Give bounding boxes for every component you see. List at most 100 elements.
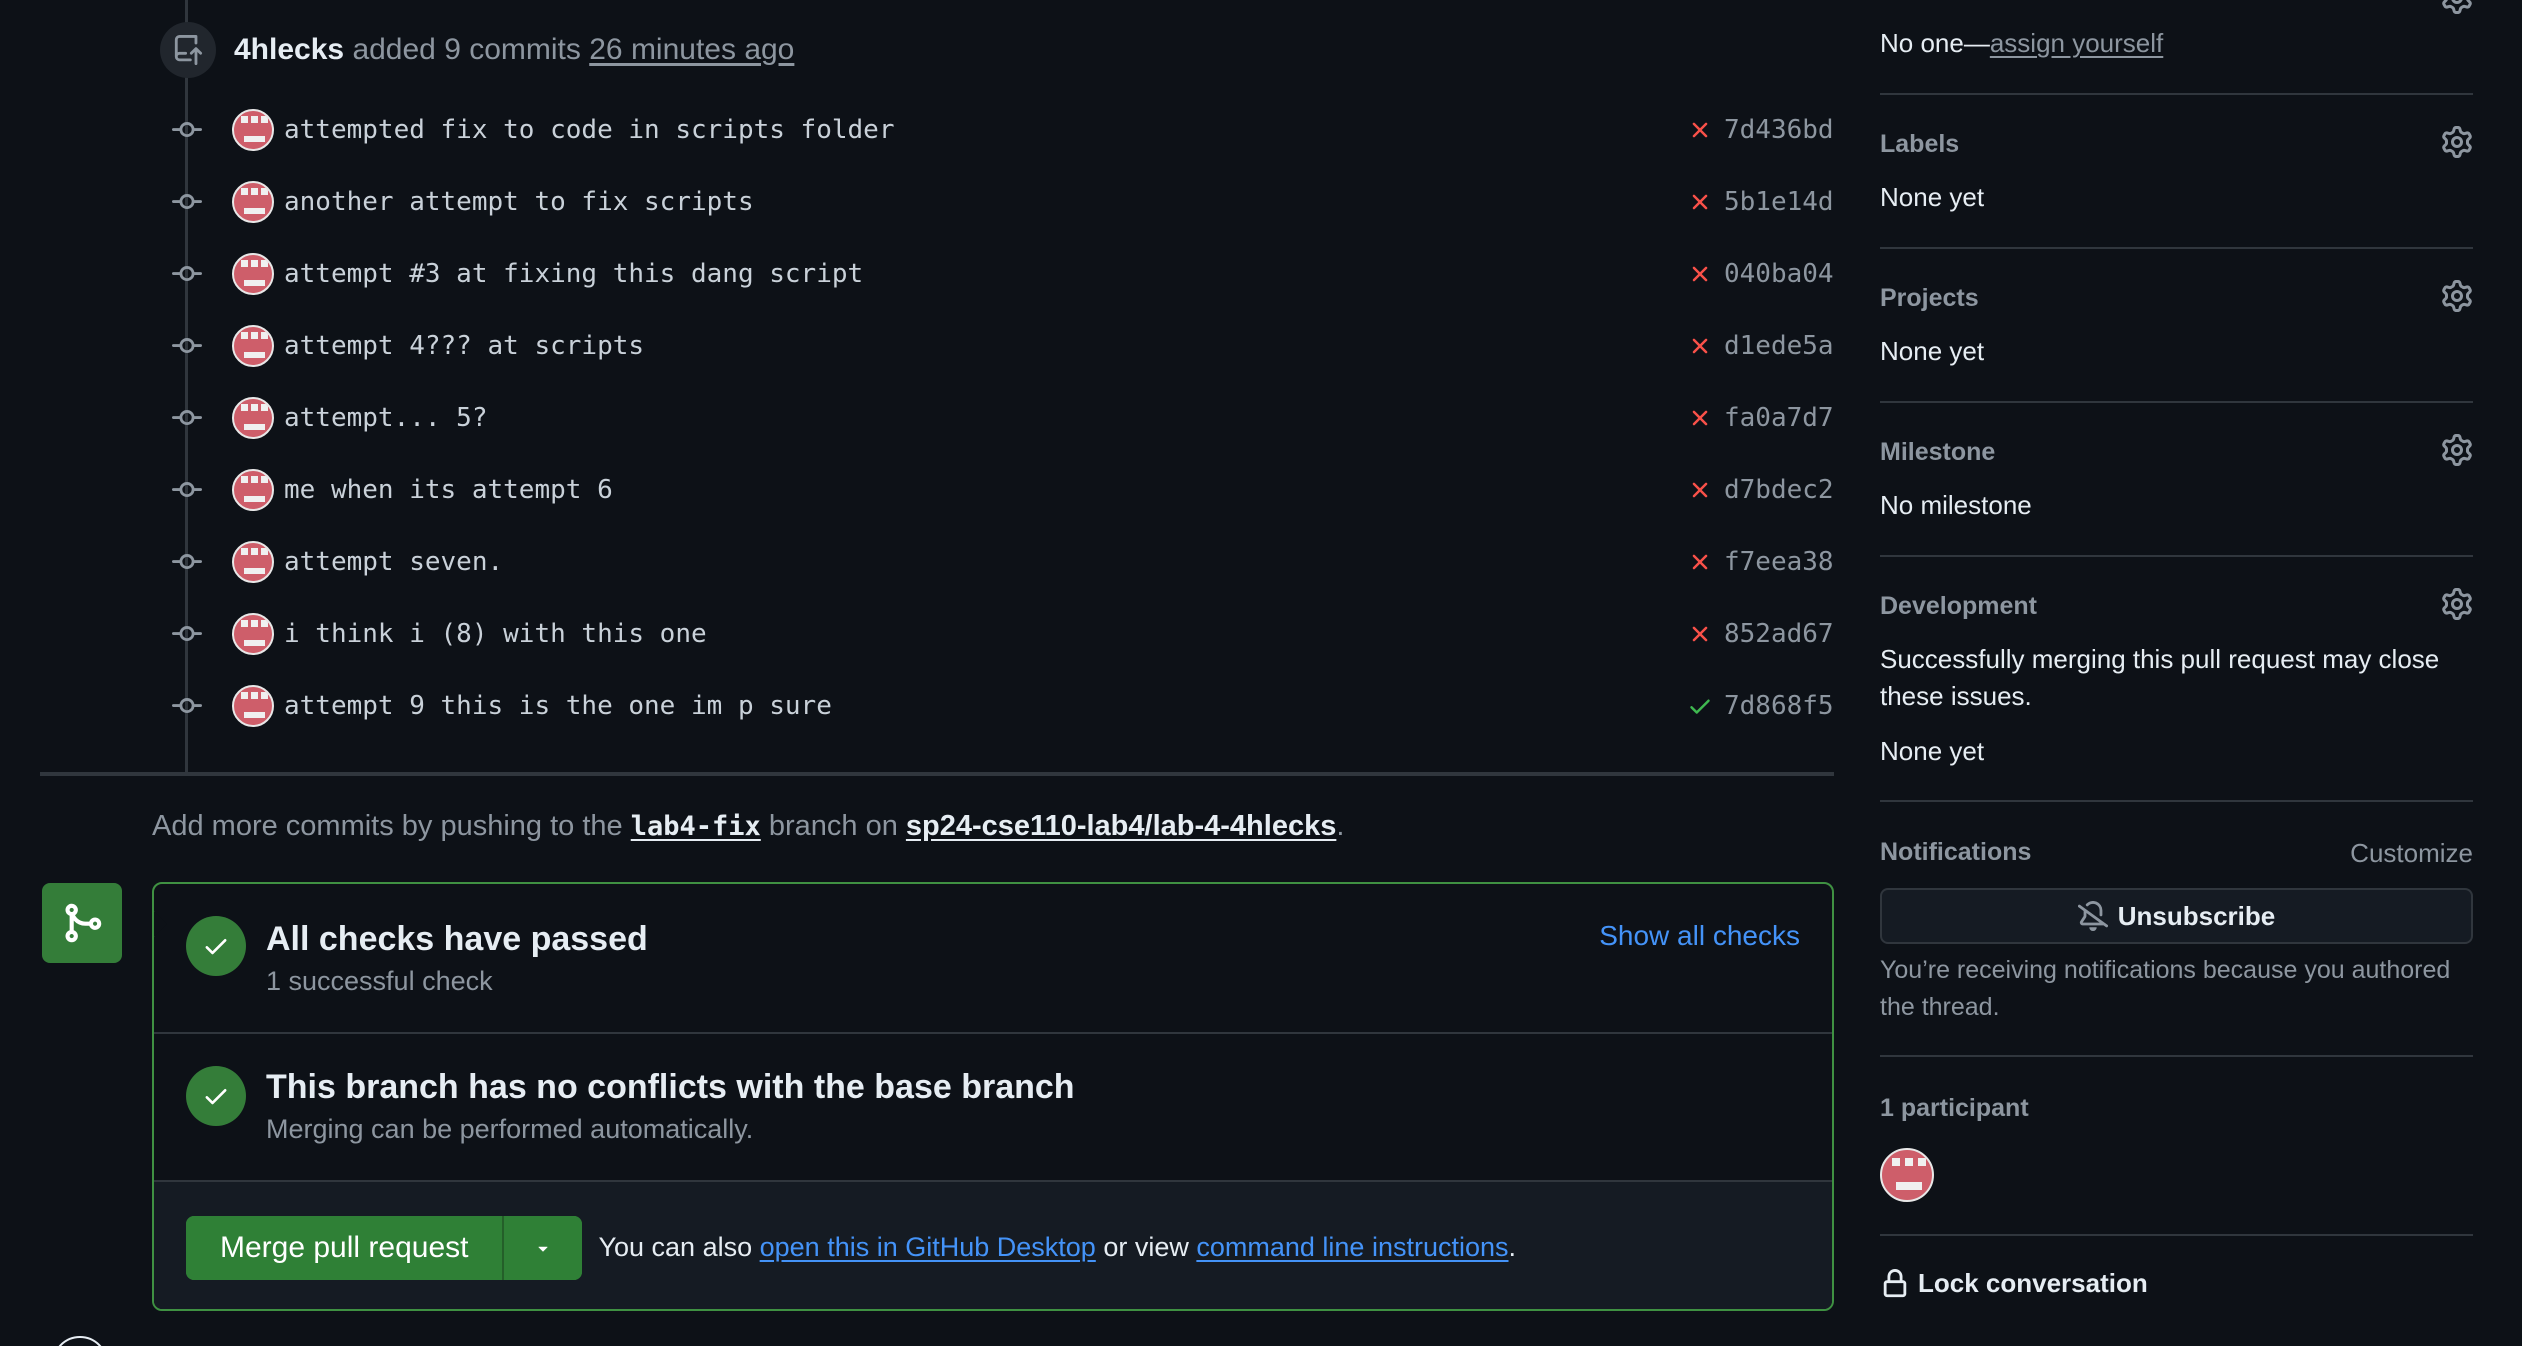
commit-row: attempted fix to code in scripts folder 7… bbox=[168, 105, 1834, 155]
commit-sha-link[interactable]: f7eea38 bbox=[1724, 547, 1834, 577]
commit-message-link[interactable]: another attempt to fix scripts bbox=[284, 187, 1682, 217]
merge-footer-text: You can also open this in GitHub Desktop… bbox=[598, 1232, 1516, 1263]
x-icon[interactable] bbox=[1687, 333, 1713, 359]
footer-text-middle: or view bbox=[1103, 1232, 1189, 1262]
commit-sha-link[interactable]: 7d436bd bbox=[1724, 115, 1834, 145]
commit-row: i think i (8) with this one 852ad67 bbox=[168, 609, 1834, 659]
git-commit-icon bbox=[168, 255, 206, 293]
commit-status[interactable] bbox=[1682, 693, 1718, 719]
commit-sha-link[interactable]: fa0a7d7 bbox=[1724, 403, 1834, 433]
assignees-value: No one—assign yourself bbox=[1880, 28, 2163, 59]
timeline-divider bbox=[40, 772, 1834, 776]
git-commit-icon bbox=[168, 111, 206, 149]
avatar[interactable] bbox=[232, 109, 274, 151]
labels-heading: Labels bbox=[1880, 130, 1960, 158]
push-event-text: 4hlecks added 9 commits 26 minutes ago bbox=[234, 33, 794, 67]
commit-message-link[interactable]: me when its attempt 6 bbox=[284, 475, 1682, 505]
commit-message-link[interactable]: attempt #3 at fixing this dang script bbox=[284, 259, 1682, 289]
commit-message-link[interactable]: attempt 9 this is the one im p sure bbox=[284, 691, 1682, 721]
avatar[interactable] bbox=[232, 325, 274, 367]
open-github-desktop-link[interactable]: open this in GitHub Desktop bbox=[760, 1232, 1096, 1262]
commit-status[interactable] bbox=[1682, 261, 1718, 287]
commit-status[interactable] bbox=[1682, 405, 1718, 431]
hint-prefix: Add more commits by pushing to the bbox=[152, 810, 623, 842]
triangle-down-icon bbox=[538, 1246, 549, 1252]
commit-sha-link[interactable]: 040ba04 bbox=[1724, 259, 1834, 289]
avatar[interactable] bbox=[232, 469, 274, 511]
commit-message-link[interactable]: attempted fix to code in scripts folder bbox=[284, 115, 1682, 145]
lock-icon bbox=[1883, 1268, 1907, 1297]
sidebar-divider bbox=[1880, 401, 2473, 403]
commit-row: attempt #3 at fixing this dang script 040… bbox=[168, 249, 1834, 299]
unsubscribe-button[interactable]: Unsubscribe bbox=[1880, 888, 2473, 944]
gear-icon[interactable] bbox=[2441, 0, 2473, 14]
check-icon[interactable] bbox=[1687, 693, 1713, 719]
development-description: Successfully merging this pull request m… bbox=[1880, 644, 2440, 711]
x-icon[interactable] bbox=[1687, 549, 1713, 575]
push-author-link[interactable]: 4hlecks bbox=[234, 33, 344, 66]
conflicts-subtitle: Merging can be performed automatically. bbox=[266, 1114, 754, 1144]
lock-conversation-button[interactable]: Lock conversation bbox=[1880, 1268, 2148, 1299]
avatar[interactable] bbox=[232, 181, 274, 223]
checks-section: All checks have passed 1 successful chec… bbox=[154, 884, 1832, 1034]
projects-gear-icon[interactable] bbox=[2441, 280, 2473, 312]
git-commit-icon bbox=[168, 687, 206, 725]
customize-notifications-link[interactable]: Customize bbox=[2350, 838, 2473, 869]
commit-sha-link[interactable]: 5b1e14d bbox=[1724, 187, 1834, 217]
development-gear-icon[interactable] bbox=[2441, 588, 2473, 620]
commit-status[interactable] bbox=[1682, 549, 1718, 575]
commit-status[interactable] bbox=[1682, 117, 1718, 143]
commit-message-link[interactable]: attempt... 5? bbox=[284, 403, 1682, 433]
show-all-checks-link[interactable]: Show all checks bbox=[1599, 920, 1800, 952]
x-icon[interactable] bbox=[1687, 621, 1713, 647]
x-icon[interactable] bbox=[1687, 261, 1713, 287]
repo-push-icon bbox=[160, 22, 216, 78]
commit-sha-link[interactable]: d1ede5a bbox=[1724, 331, 1834, 361]
merge-pull-request-button[interactable]: Merge pull request bbox=[186, 1215, 503, 1280]
command-line-instructions-link[interactable]: command line instructions bbox=[1196, 1232, 1508, 1262]
commit-message-link[interactable]: attempt seven. bbox=[284, 547, 1682, 577]
milestone-heading: Milestone bbox=[1880, 438, 1996, 466]
git-commit-icon bbox=[168, 543, 206, 581]
merge-footer: Merge pull request You can also open thi… bbox=[154, 1182, 1832, 1309]
gear-icon bbox=[2442, 280, 2472, 312]
gear-icon bbox=[2442, 588, 2472, 620]
avatar[interactable] bbox=[232, 541, 274, 583]
avatar[interactable] bbox=[232, 685, 274, 727]
push-time-link[interactable]: 26 minutes ago bbox=[589, 33, 794, 66]
commit-message-link[interactable]: i think i (8) with this one bbox=[284, 619, 1682, 649]
assign-yourself-link[interactable]: assign yourself bbox=[1990, 28, 2163, 58]
hint-suffix: . bbox=[1336, 810, 1345, 842]
commit-sha-link[interactable]: 7d868f5 bbox=[1724, 691, 1834, 721]
avatar[interactable] bbox=[232, 613, 274, 655]
sidebar-divider bbox=[1880, 555, 2473, 557]
milestone-gear-icon[interactable] bbox=[2441, 434, 2473, 466]
conflicts-section: This branch has no conflicts with the ba… bbox=[154, 1034, 1832, 1182]
gear-icon bbox=[2442, 434, 2472, 466]
commit-status[interactable] bbox=[1682, 621, 1718, 647]
x-icon[interactable] bbox=[1687, 405, 1713, 431]
x-icon[interactable] bbox=[1687, 477, 1713, 503]
sidebar: No one—assign yourself Labels None yet P… bbox=[1880, 0, 2473, 1346]
unsubscribe-label: Unsubscribe bbox=[2117, 900, 2276, 931]
commit-message-link[interactable]: attempt 4??? at scripts bbox=[284, 331, 1682, 361]
lock-conversation-label: Lock conversation bbox=[1918, 1268, 2148, 1298]
x-icon[interactable] bbox=[1687, 189, 1713, 215]
git-commit-icon bbox=[168, 399, 206, 437]
commit-status[interactable] bbox=[1682, 477, 1718, 503]
commit-status[interactable] bbox=[1682, 333, 1718, 359]
repo-link[interactable]: sp24-cse110-lab4/lab-4-4hlecks bbox=[906, 810, 1336, 842]
commit-sha-link[interactable]: d7bdec2 bbox=[1724, 475, 1834, 505]
labels-value: None yet bbox=[1880, 182, 1985, 212]
avatar[interactable] bbox=[232, 253, 274, 295]
branch-name-link[interactable]: lab4-fix bbox=[630, 811, 761, 842]
development-heading: Development bbox=[1880, 592, 2037, 620]
labels-gear-icon[interactable] bbox=[2441, 126, 2473, 158]
x-icon[interactable] bbox=[1687, 117, 1713, 143]
avatar[interactable] bbox=[232, 397, 274, 439]
participant-avatar[interactable] bbox=[1880, 1148, 1934, 1202]
push-hint: Add more commits by pushing to the lab4-… bbox=[152, 810, 1344, 843]
commit-status[interactable] bbox=[1682, 189, 1718, 215]
merge-options-dropdown[interactable] bbox=[502, 1215, 583, 1280]
commit-sha-link[interactable]: 852ad67 bbox=[1724, 619, 1834, 649]
